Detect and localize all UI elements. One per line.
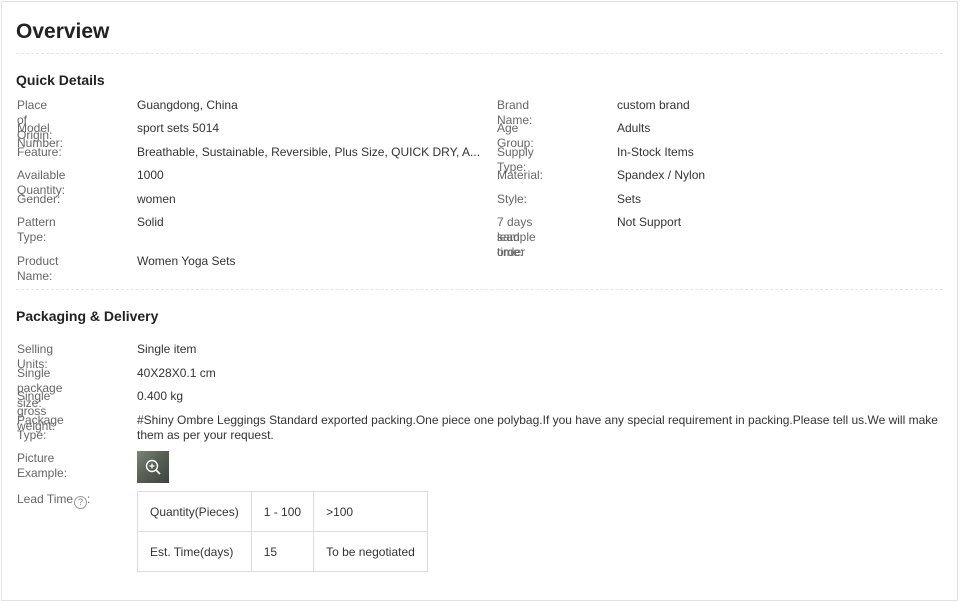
detail-value: Guangdong, China (137, 98, 238, 112)
detail-value: 1000 (137, 168, 164, 182)
table-cell: >100 (313, 491, 428, 532)
divider (16, 53, 943, 54)
detail-value: sport sets 5014 (137, 121, 220, 135)
detail-label: Feature: (17, 145, 62, 159)
table-row: Quantity(Pieces) 1 - 100 >100 (137, 491, 428, 532)
detail-value: #Shiny Ombre Leggings Standard exported … (137, 413, 938, 442)
table-row: Est. Time(days) 15 To be negotiated (137, 531, 428, 572)
detail-label: Product Name: (17, 254, 59, 283)
detail-value: Single item (137, 342, 197, 356)
detail-value: Breathable, Sustainable, Reversible, Plu… (137, 145, 481, 159)
table-cell: Est. Time(days) (137, 531, 252, 572)
detail-value: Solid (137, 215, 164, 229)
detail-label: Material: (497, 168, 544, 182)
detail-value: 0.400 kg (137, 389, 184, 403)
table-cell: To be negotiated (313, 531, 428, 572)
detail-label: Gender: (17, 192, 61, 206)
detail-value: Sets (617, 192, 642, 206)
detail-label: Style: (497, 192, 528, 206)
detail-label: Picture Example: (17, 451, 68, 480)
detail-value: Women Yoga Sets (137, 254, 236, 268)
detail-value: custom brand (617, 98, 690, 112)
packaging-heading: Packaging & Delivery (16, 308, 159, 324)
divider (16, 289, 943, 290)
detail-value: Adults (617, 121, 651, 135)
detail-value: In-Stock Items (617, 145, 694, 159)
lead-time-label: Lead Time?: (17, 492, 91, 509)
detail-value: women (137, 192, 176, 206)
lead-time-table: Quantity(Pieces) 1 - 100 >100 Est. Time(… (137, 491, 428, 572)
detail-value: Spandex / Nylon (617, 168, 706, 182)
help-icon[interactable]: ? (74, 496, 88, 509)
table-cell: 1 - 100 (250, 491, 315, 532)
zoom-in-icon (145, 459, 161, 475)
table-cell: 15 (250, 531, 315, 572)
page-title: Overview (16, 20, 110, 43)
table-cell: Quantity(Pieces) (137, 491, 252, 532)
detail-value: Not Support (617, 215, 682, 229)
quick-details-heading: Quick Details (16, 72, 105, 88)
detail-label: Pattern Type: (17, 215, 56, 244)
detail-label: Package Type: (17, 413, 64, 442)
picture-example-thumbnail[interactable] (137, 451, 169, 483)
detail-label: lead time: (497, 230, 524, 259)
detail-value: 40X28X0.1 cm (137, 366, 216, 380)
